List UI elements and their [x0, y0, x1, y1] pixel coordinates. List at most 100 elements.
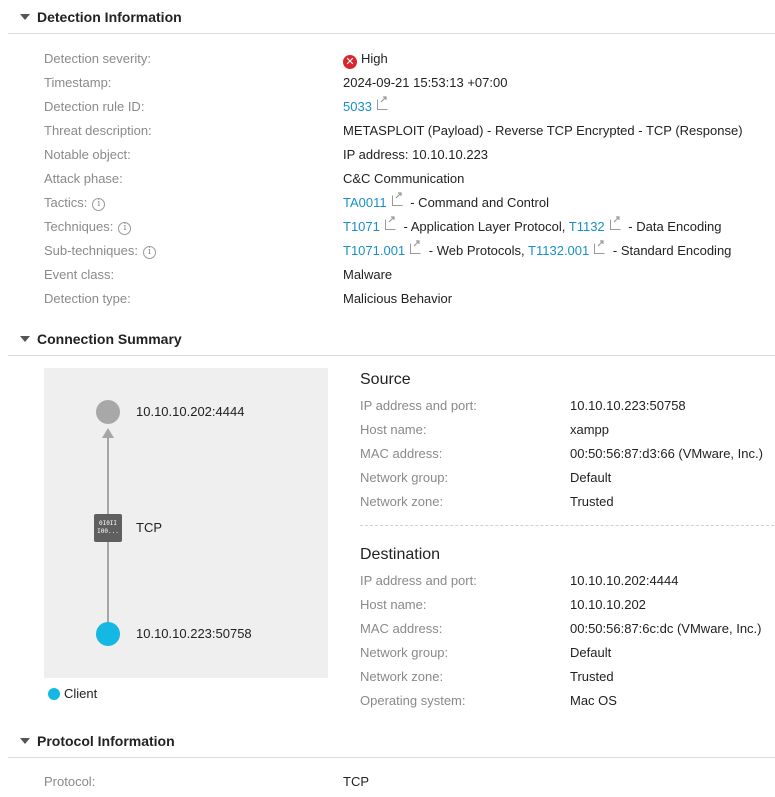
rule-id-value: 5033: [343, 95, 388, 119]
tactic-link[interactable]: TA0011: [343, 195, 387, 210]
field-value: 00:50:56:87:6c:dc (VMware, Inc.): [570, 621, 762, 636]
client-legend-dot: [48, 688, 60, 700]
rule-id-link[interactable]: 5033: [343, 99, 372, 114]
section-title: Detection Information: [37, 9, 182, 25]
notable-row: Notable object: IP address: 10.10.10.223: [44, 143, 764, 167]
field-label: Network group:: [360, 645, 449, 660]
protocol-value: TCP: [343, 774, 369, 789]
connection-summary-header[interactable]: Connection Summary: [8, 323, 775, 356]
technique-text: - Data Encoding: [628, 219, 722, 234]
phase-value: C&C Communication: [343, 171, 465, 186]
notable-value: IP address: 10.10.10.223: [343, 147, 489, 162]
external-link-icon[interactable]: [384, 216, 396, 230]
collapse-triangle-icon[interactable]: [20, 14, 30, 20]
field-value: xampp: [570, 422, 610, 437]
external-link-icon[interactable]: [594, 240, 606, 254]
techniques-value: T1071 - Application Layer Protocol, T113…: [343, 215, 722, 239]
source-row: MAC address: 00:50:56:87:d3:66 (VMware, I…: [360, 442, 770, 466]
field-value: Mac OS: [570, 693, 617, 708]
destination-row: Network zone: Trusted: [360, 665, 770, 689]
field-label: Tactics: i: [44, 191, 106, 215]
field-value: Trusted: [570, 494, 614, 509]
destination-title: Destination: [360, 546, 441, 563]
destination-row: Host name: 10.10.10.202: [360, 593, 770, 617]
destination-row: IP address and port: 10.10.10.202:4444: [360, 569, 770, 593]
rule-id-row: Detection rule ID: 5033: [44, 95, 764, 119]
field-label: Network zone:: [360, 669, 444, 684]
subtechnique-link[interactable]: T1132.001: [528, 243, 589, 258]
info-icon[interactable]: i: [118, 222, 132, 235]
field-value: 10.10.10.202:4444: [570, 573, 679, 588]
severity-row: Detection severity: ✕ High: [44, 47, 764, 71]
section-title: Connection Summary: [37, 331, 182, 347]
source-row: Network zone: Trusted: [360, 490, 770, 514]
server-node[interactable]: [96, 400, 120, 424]
field-label: Detection rule ID:: [44, 99, 145, 114]
binary-protocol-icon[interactable]: 0I0II I00...: [94, 514, 122, 542]
field-label: IP address and port:: [360, 573, 477, 588]
collapse-triangle-icon[interactable]: [20, 336, 30, 342]
field-label: Timestamp:: [44, 75, 112, 90]
field-label: Host name:: [360, 597, 427, 612]
collapse-triangle-icon[interactable]: [20, 738, 30, 744]
field-label: Operating system:: [360, 693, 466, 708]
phase-row: Attack phase: C&C Communication: [44, 167, 764, 191]
source-row: IP address and port: 10.10.10.223:50758: [360, 394, 770, 418]
subtechnique-text: - Web Protocols,: [428, 243, 525, 258]
field-label: MAC address:: [360, 621, 443, 636]
info-icon[interactable]: i: [92, 198, 106, 211]
event-class-value: Malware: [343, 267, 393, 282]
techniques-label: Techniques:: [44, 219, 114, 234]
severity-value: ✕ High: [343, 47, 388, 71]
client-node-label: 10.10.10.223:50758: [136, 626, 252, 641]
info-icon[interactable]: i: [142, 246, 156, 259]
threat-value: METASPLOIT (Payload) - Reverse TCP Encry…: [343, 123, 743, 138]
field-label: Threat description:: [44, 123, 152, 138]
section-title: Protocol Information: [37, 733, 175, 749]
divider: [360, 525, 774, 526]
external-link-icon[interactable]: [609, 216, 621, 230]
destination-row: MAC address: 00:50:56:87:6c:dc (VMware, I…: [360, 617, 770, 641]
field-label: Attack phase:: [44, 171, 123, 186]
detection-type-value: Malicious Behavior: [343, 291, 453, 306]
field-label: Event class:: [44, 267, 115, 282]
timestamp-row: Timestamp: 2024-09-21 15:53:13 +07:00: [44, 71, 764, 95]
subtechniques-row: Sub-techniques: i T1071.001 - Web Protoco…: [44, 239, 764, 263]
timestamp-value: 2024-09-21 15:53:13 +07:00: [343, 75, 508, 90]
severity-high-icon: ✕: [343, 55, 357, 69]
techniques-row: Techniques: i T1071 - Application Layer P…: [44, 215, 764, 239]
field-label: Detection severity:: [44, 51, 151, 66]
field-label: Network group:: [360, 470, 449, 485]
client-node[interactable]: [96, 622, 120, 646]
subtechniques-label: Sub-techniques:: [44, 243, 138, 258]
external-link-icon[interactable]: [410, 240, 422, 254]
subtechnique-text: - Standard Encoding: [612, 243, 732, 258]
detection-info-header[interactable]: Detection Information: [8, 1, 775, 34]
subtechnique-link[interactable]: T1071.001: [343, 243, 405, 258]
field-label: Detection type:: [44, 291, 131, 306]
protocol-label: TCP: [136, 520, 162, 535]
tactic-text: - Command and Control: [410, 195, 549, 210]
field-label: MAC address:: [360, 446, 443, 461]
source-row: Host name: xampp: [360, 418, 770, 442]
external-link-icon[interactable]: [376, 96, 388, 110]
field-value: Trusted: [570, 669, 614, 684]
technique-link[interactable]: T1071: [343, 219, 380, 234]
field-value: 10.10.10.223:50758: [570, 398, 686, 413]
destination-row: Network group: Default: [360, 641, 770, 665]
field-label: Sub-techniques: i: [44, 239, 156, 263]
source-title: Source: [360, 371, 411, 388]
source-row: Network group: Default: [360, 466, 770, 490]
protocol-row: Protocol: TCP: [44, 770, 764, 794]
technique-link[interactable]: T1132: [569, 219, 605, 234]
technique-text: - Application Layer Protocol,: [403, 219, 566, 234]
tactics-label: Tactics:: [44, 195, 88, 210]
field-label: Network zone:: [360, 494, 444, 509]
field-label: Notable object:: [44, 147, 131, 162]
event-class-row: Event class: Malware: [44, 263, 764, 287]
field-label: Techniques: i: [44, 215, 132, 239]
connection-diagram: 0I0II I00... 10.10.10.202:4444 TCP 10.10.…: [44, 368, 328, 678]
external-link-icon[interactable]: [391, 192, 403, 206]
protocol-info-header[interactable]: Protocol Information: [8, 725, 775, 758]
field-label: Host name:: [360, 422, 427, 437]
